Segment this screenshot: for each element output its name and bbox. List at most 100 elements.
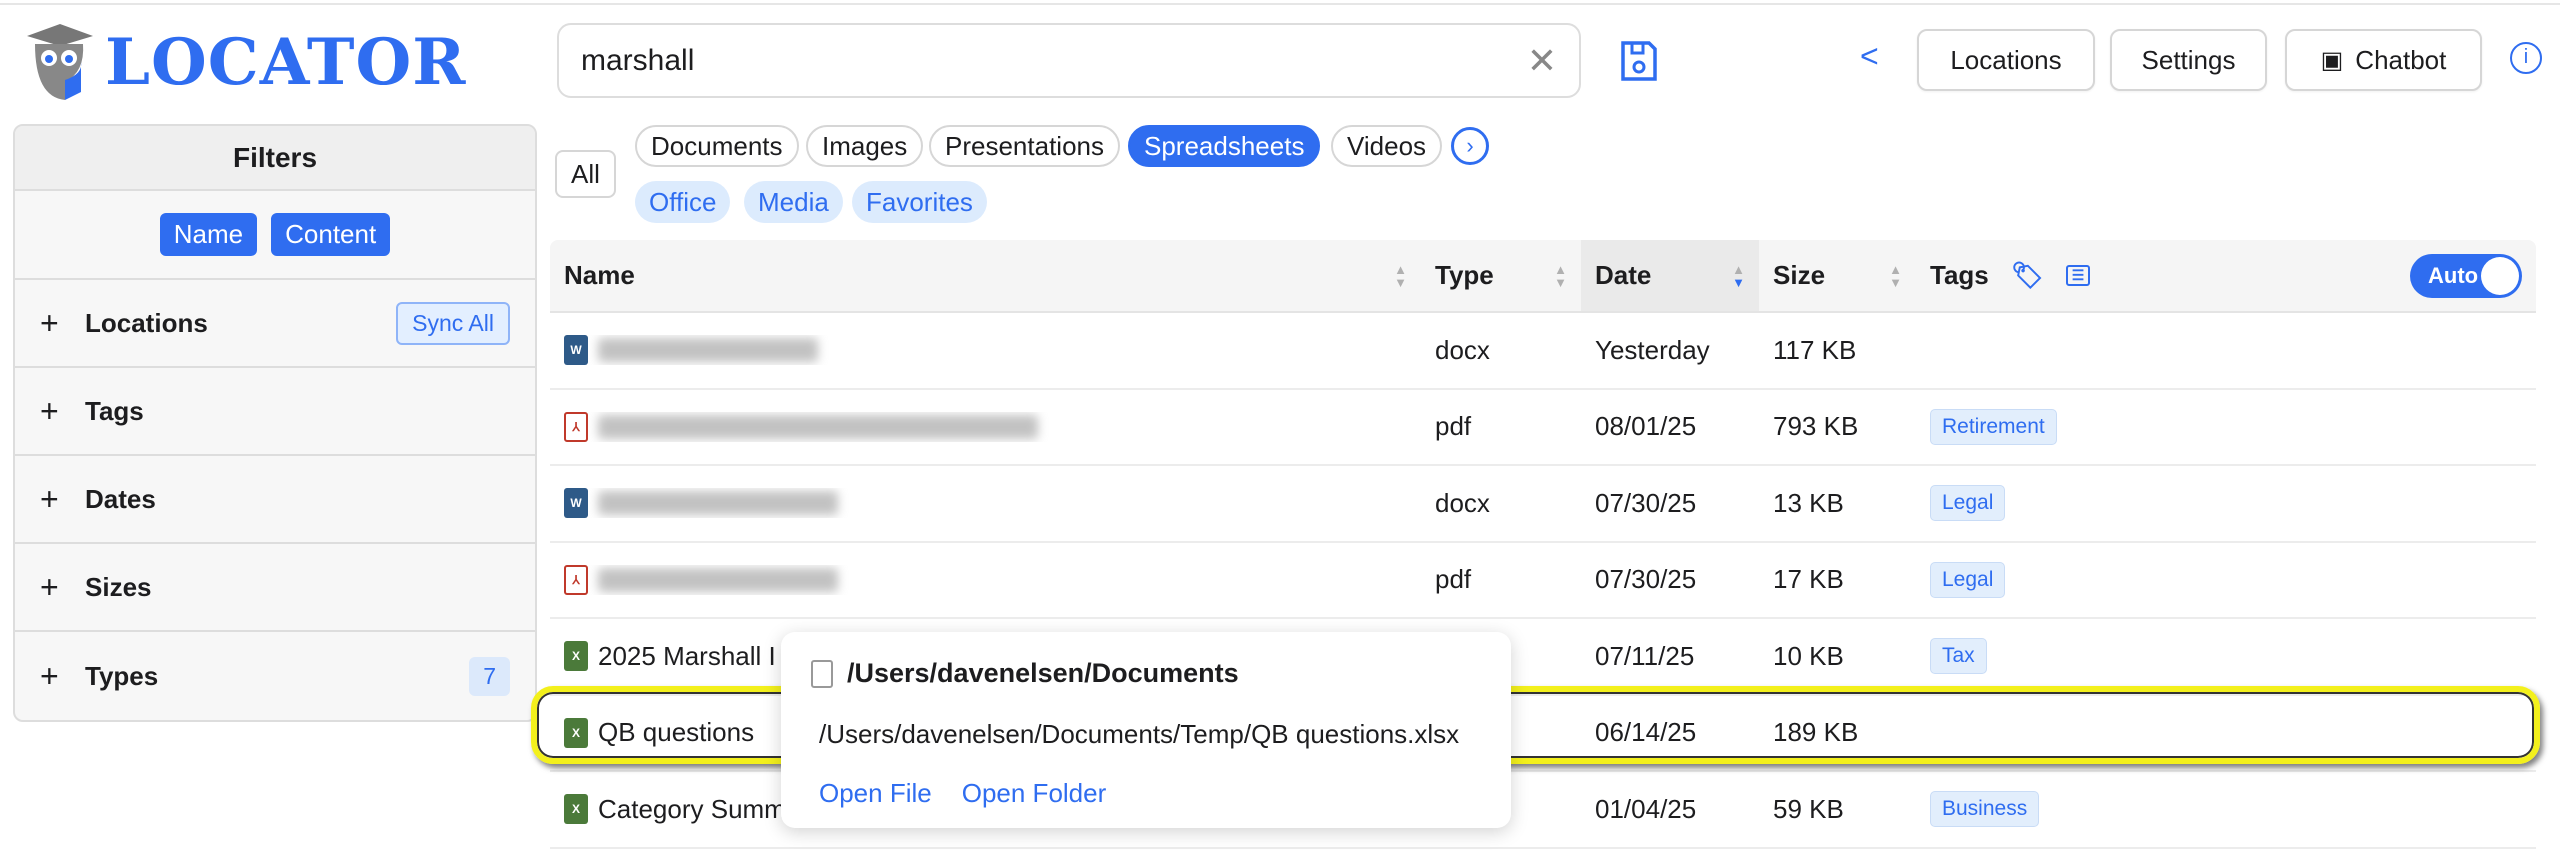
search-box: ✕: [557, 23, 1581, 98]
chip-office[interactable]: Office: [635, 181, 731, 223]
table-row[interactable]: ⅄ pdf 08/01/25 793 KB Retirement: [550, 390, 2536, 466]
name-search-button[interactable]: Name: [159, 213, 258, 256]
filters-panel: Filters Name Content + Locations Sync All …: [13, 124, 537, 722]
cell-name: 2025 Marshall I: [598, 640, 776, 671]
cell-date: Yesterday: [1595, 334, 1710, 365]
chip-spreadsheets[interactable]: Spreadsheets: [1128, 125, 1321, 167]
tag-badge[interactable]: Legal: [1930, 561, 2006, 598]
back-chevron-icon[interactable]: <: [1860, 38, 1879, 75]
column-name[interactable]: Name ▲ ▼: [550, 240, 1421, 311]
table-row[interactable]: Wdocx 07/30/25 13 KB Legal: [550, 466, 2536, 543]
clear-search-icon[interactable]: ✕: [1527, 40, 1557, 82]
drive-icon: [811, 659, 833, 688]
logo-text: LOCATOR: [105, 24, 467, 100]
chatbot-label: Chatbot: [2355, 44, 2447, 75]
cell-size: 13 KB: [1773, 487, 1844, 518]
filter-dates[interactable]: + Dates: [15, 456, 535, 544]
table-header: Name ▲ ▼ Type ▲ ▼ Date ▲ ▼ Size ▲ ▼ Tags 🏷 ☰ Auto: [550, 240, 2536, 313]
tag-badge[interactable]: Legal: [1930, 485, 2006, 522]
app-logo: LOCATOR: [25, 22, 466, 102]
chip-favorites[interactable]: Favorites: [852, 181, 987, 223]
tag-badge[interactable]: Tax: [1930, 638, 1987, 675]
auto-label: Auto: [2428, 263, 2479, 288]
filter-label: Locations: [85, 307, 208, 338]
excel-file-icon: X: [564, 641, 588, 672]
cell-date: 07/11/25: [1595, 640, 1695, 671]
sort-icon: ▲ ▼: [1889, 261, 1902, 290]
tag-badge[interactable]: Business: [1930, 791, 2040, 828]
cell-name: Category Summ: [598, 793, 786, 824]
column-size[interactable]: Size ▲ ▼: [1759, 240, 1916, 311]
word-file-icon: W: [564, 488, 588, 519]
sort-desc-icon: ▲ ▼: [1732, 261, 1745, 290]
cell-type: docx: [1435, 487, 1490, 518]
types-count-badge: 7: [469, 656, 510, 696]
cell-size: 59 KB: [1773, 793, 1844, 824]
filter-label: Types: [85, 660, 159, 691]
column-date[interactable]: Date ▲ ▼: [1581, 240, 1759, 311]
column-label: Date: [1595, 260, 1652, 290]
filter-sizes[interactable]: + Sizes: [15, 544, 535, 632]
locations-button[interactable]: Locations: [1917, 29, 2095, 91]
more-chips-icon[interactable]: ›: [1451, 127, 1489, 165]
filter-tags[interactable]: + Tags: [15, 368, 535, 456]
excel-file-icon: X: [564, 794, 588, 825]
cell-date: 07/30/25: [1595, 564, 1697, 595]
filters-title: Filters: [15, 126, 535, 191]
search-input[interactable]: [581, 43, 1527, 78]
chatbot-button[interactable]: ▣ Chatbot: [2285, 29, 2482, 91]
pdf-file-icon: ⅄: [564, 411, 588, 442]
sort-icon: ▲ ▼: [1554, 261, 1567, 290]
save-search-icon[interactable]: [1620, 40, 1658, 89]
chip-images[interactable]: Images: [806, 125, 924, 167]
expand-icon: +: [40, 304, 59, 341]
cell-type: pdf: [1435, 411, 1472, 442]
word-file-icon: W: [564, 335, 588, 366]
chip-documents[interactable]: Documents: [635, 125, 799, 167]
auto-toggle[interactable]: Auto: [2410, 254, 2522, 298]
filter-label: Sizes: [85, 571, 152, 602]
robot-icon: ▣: [2320, 46, 2344, 74]
expand-icon: +: [40, 657, 59, 694]
redacted-name: [598, 414, 1038, 439]
cell-date: 07/30/25: [1595, 487, 1697, 518]
open-file-link[interactable]: Open File: [819, 778, 932, 809]
filter-types[interactable]: + Types 7: [15, 632, 535, 720]
column-label: Size: [1773, 260, 1826, 290]
owl-icon: [27, 24, 93, 100]
settings-label: Settings: [2141, 44, 2236, 75]
pdf-file-icon: ⅄: [564, 564, 588, 595]
chip-presentations[interactable]: Presentations: [929, 125, 1120, 167]
chip-media[interactable]: Media: [744, 181, 843, 223]
cell-size: 793 KB: [1773, 411, 1859, 442]
cell-size: 117 KB: [1773, 334, 1857, 365]
chip-all[interactable]: All: [555, 150, 616, 198]
file-path-popover: /Users/davenelsen/Documents /Users/daven…: [781, 632, 1511, 828]
tag-badge[interactable]: Retirement: [1930, 408, 2057, 445]
cell-date: 01/04/25: [1595, 793, 1697, 824]
info-icon[interactable]: i: [2510, 42, 2542, 74]
redacted-name: [598, 567, 838, 592]
filter-locations[interactable]: + Locations Sync All: [15, 280, 535, 368]
column-label: Tags: [1930, 260, 1989, 290]
chip-videos[interactable]: Videos: [1331, 125, 1443, 167]
list-icon[interactable]: ☰: [2065, 265, 2091, 286]
cell-size: 10 KB: [1773, 640, 1844, 671]
table-row[interactable]: ⅄ pdf 07/30/25 17 KB Legal: [550, 543, 2536, 619]
column-type[interactable]: Type ▲ ▼: [1421, 240, 1581, 311]
cell-size: 17 KB: [1773, 564, 1844, 595]
filter-label: Dates: [85, 483, 156, 514]
redacted-name: [598, 491, 838, 516]
sort-icon: ▲ ▼: [1394, 261, 1407, 290]
filter-label: Tags: [85, 395, 144, 426]
content-search-button[interactable]: Content: [271, 213, 391, 256]
cell-type: pdf: [1435, 564, 1472, 595]
column-tags[interactable]: Tags 🏷 ☰ Auto: [1916, 240, 2536, 311]
open-folder-link[interactable]: Open Folder: [962, 778, 1107, 809]
top-divider: [0, 0, 2560, 5]
table-row[interactable]: Wdocx Yesterday 117 KB: [550, 313, 2536, 390]
expand-icon: +: [40, 568, 59, 605]
tag-icon[interactable]: 🏷: [2011, 260, 2044, 291]
sync-all-button[interactable]: Sync All: [396, 301, 510, 345]
settings-button[interactable]: Settings: [2110, 29, 2267, 91]
